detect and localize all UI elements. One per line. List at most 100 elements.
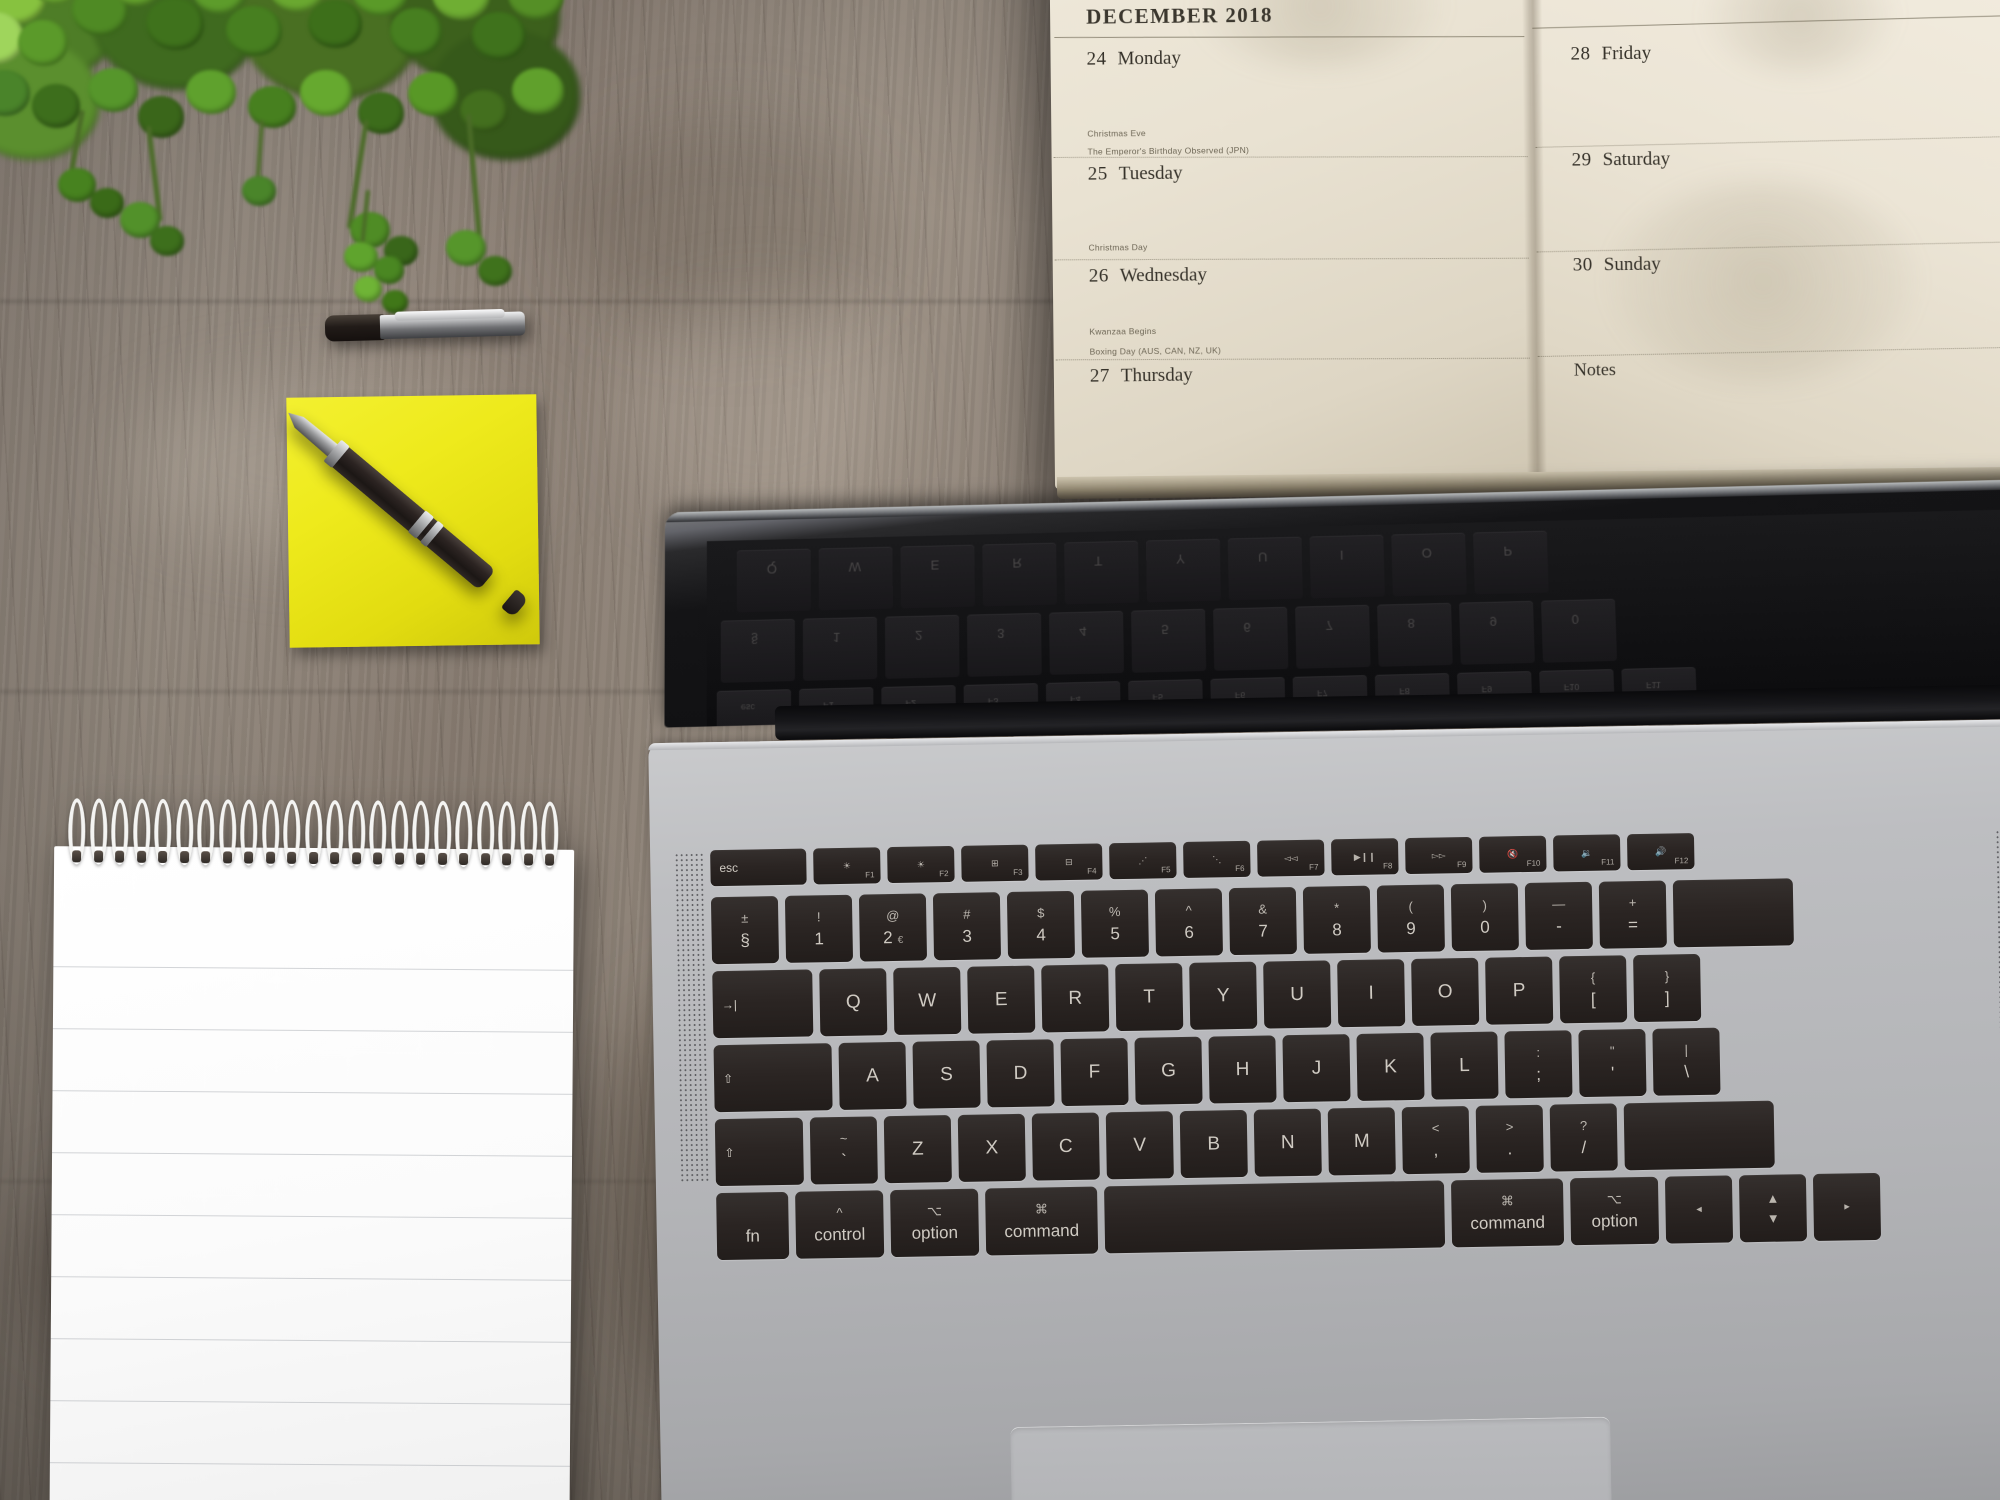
key-z[interactable]: Z	[883, 1115, 952, 1184]
reflected-key-label: O	[1421, 545, 1433, 561]
key-9[interactable]: (9	[1376, 884, 1445, 953]
key-f6[interactable]: ⋱ F6	[1183, 840, 1251, 878]
key-bracket-right[interactable]: }]	[1633, 953, 1702, 1023]
key-option-right[interactable]: ⌥ option	[1569, 1176, 1660, 1246]
key-7[interactable]: & 7	[1228, 886, 1297, 956]
key-shift-left[interactable]: ⇧	[714, 1117, 804, 1187]
key-delete[interactable]	[1672, 878, 1794, 948]
key-f2[interactable]: ☀ F2	[887, 845, 955, 884]
key-shift-right[interactable]	[1623, 1100, 1775, 1171]
key-i[interactable]: I	[1337, 959, 1406, 1028]
planner-day-entry: 25 Tuesday	[1088, 163, 1183, 186]
key-caps-lock[interactable]: ⇧	[713, 1043, 833, 1113]
key-command[interactable]: ⌘ command	[985, 1186, 1099, 1256]
key-t[interactable]: T	[1115, 962, 1184, 1032]
key-r[interactable]: R	[1041, 964, 1110, 1033]
laptop-trackpad[interactable]	[1010, 1416, 1614, 1500]
key-command-right[interactable]: ⌘ command	[1450, 1178, 1565, 1248]
key-c[interactable]: C	[1031, 1112, 1100, 1181]
key-f4[interactable]: ⊟ F4	[1035, 843, 1103, 881]
key-4[interactable]: $4	[1006, 890, 1076, 960]
key-f[interactable]: F	[1060, 1037, 1129, 1107]
key-e[interactable]: E	[967, 965, 1036, 1034]
key-minus[interactable]: — -	[1524, 881, 1593, 950]
key-quote[interactable]: " '	[1578, 1028, 1647, 1098]
key-f5[interactable]: ⋰ F5	[1109, 842, 1177, 880]
key-m[interactable]: M	[1327, 1107, 1396, 1176]
key-control[interactable]: ^ control	[795, 1190, 885, 1259]
key-s[interactable]: S	[912, 1040, 981, 1109]
reflected-key	[720, 618, 796, 683]
key-arrow-left[interactable]: ◄	[1664, 1175, 1734, 1244]
key-u[interactable]: U	[1263, 960, 1332, 1029]
key-dual-legend: fn	[745, 1207, 761, 1245]
key-f11[interactable]: 🔉 F11	[1552, 834, 1621, 872]
key-dual-legend: % 5	[1109, 904, 1121, 943]
key-tab[interactable]: →|	[712, 969, 814, 1039]
key-6[interactable]: ^ 6	[1154, 888, 1224, 957]
key-space[interactable]	[1104, 1180, 1446, 1254]
key-0[interactable]: ) 0	[1450, 883, 1519, 952]
key-base-legend: 6	[1184, 922, 1194, 942]
key-k[interactable]: K	[1356, 1032, 1425, 1101]
key-d[interactable]: D	[986, 1039, 1055, 1108]
key-semicolon[interactable]: :;	[1504, 1030, 1573, 1099]
key-g[interactable]: G	[1134, 1036, 1203, 1105]
key-8[interactable]: * 8	[1302, 885, 1371, 954]
key-5[interactable]: % 5	[1080, 889, 1150, 958]
key-f7[interactable]: ◅◅ F7	[1257, 839, 1325, 877]
key-label: N	[1280, 1132, 1295, 1154]
leaf	[72, 0, 128, 36]
key-p[interactable]: P	[1485, 956, 1554, 1025]
key-f9[interactable]: ▻▻ F9	[1404, 836, 1473, 875]
key-§[interactable]: ± §	[710, 896, 780, 965]
key-l[interactable]: L	[1430, 1031, 1499, 1100]
key-esc[interactable]: esc	[710, 848, 807, 887]
reflected-key	[1064, 540, 1139, 605]
key-j[interactable]: J	[1282, 1034, 1351, 1103]
key-y[interactable]: Y	[1189, 961, 1258, 1030]
key-3[interactable]: #3	[932, 892, 1002, 961]
spiral-punch-hole	[136, 850, 146, 863]
key-w[interactable]: W	[893, 966, 962, 1036]
key-tilde[interactable]: ~ `	[809, 1116, 878, 1185]
key-equals[interactable]: + =	[1598, 880, 1667, 949]
reflected-key-label: 9	[1489, 613, 1498, 629]
key-v[interactable]: V	[1105, 1111, 1174, 1180]
key-a[interactable]: A	[838, 1041, 907, 1110]
key-n[interactable]: N	[1253, 1108, 1322, 1177]
key-f1[interactable]: ☀ F1	[813, 847, 881, 885]
key-f12[interactable]: 🔊 F12	[1626, 833, 1695, 871]
key-shift-legend: ~	[839, 1130, 848, 1146]
key-comma[interactable]: <,	[1401, 1106, 1470, 1175]
key-backslash[interactable]: | \	[1652, 1027, 1721, 1096]
key-arrow-right[interactable]: ►	[1812, 1172, 1882, 1242]
key-f10[interactable]: 🔇 F10	[1478, 835, 1547, 873]
reflected-key	[1309, 534, 1385, 599]
key-x[interactable]: X	[957, 1113, 1026, 1182]
key-arrow-up-down[interactable]: ▲ ▼	[1738, 1174, 1808, 1243]
leaf	[408, 72, 458, 116]
key-label: ►	[1842, 1201, 1852, 1212]
key-f8[interactable]: ▶❙❙ F8	[1330, 838, 1399, 876]
key-base-legend: §	[740, 930, 751, 950]
key-fn[interactable]: fn	[716, 1191, 790, 1261]
key-q[interactable]: Q	[819, 968, 888, 1037]
spiral-punch-hole	[93, 850, 103, 863]
key-f3[interactable]: ⊞ F3	[961, 844, 1029, 882]
key-label: Z	[911, 1138, 924, 1160]
key-2[interactable]: @2 €	[858, 893, 928, 962]
key-bracket-left[interactable]: {[	[1559, 955, 1628, 1024]
reflected-key-label: E	[930, 557, 940, 573]
reflected-key-label: 0	[1571, 611, 1580, 627]
key-label: S	[940, 1064, 954, 1086]
key-b[interactable]: B	[1179, 1109, 1248, 1179]
key-o[interactable]: O	[1411, 957, 1480, 1026]
key-period[interactable]: >.	[1475, 1104, 1544, 1173]
key-option[interactable]: ⌥ option	[890, 1188, 980, 1258]
key-h[interactable]: H	[1208, 1035, 1277, 1104]
key-label: ⇧	[724, 1145, 735, 1160]
reflected-key	[1377, 602, 1453, 667]
key-slash[interactable]: ? /	[1549, 1103, 1618, 1172]
key-1[interactable]: ! 1	[784, 894, 854, 963]
